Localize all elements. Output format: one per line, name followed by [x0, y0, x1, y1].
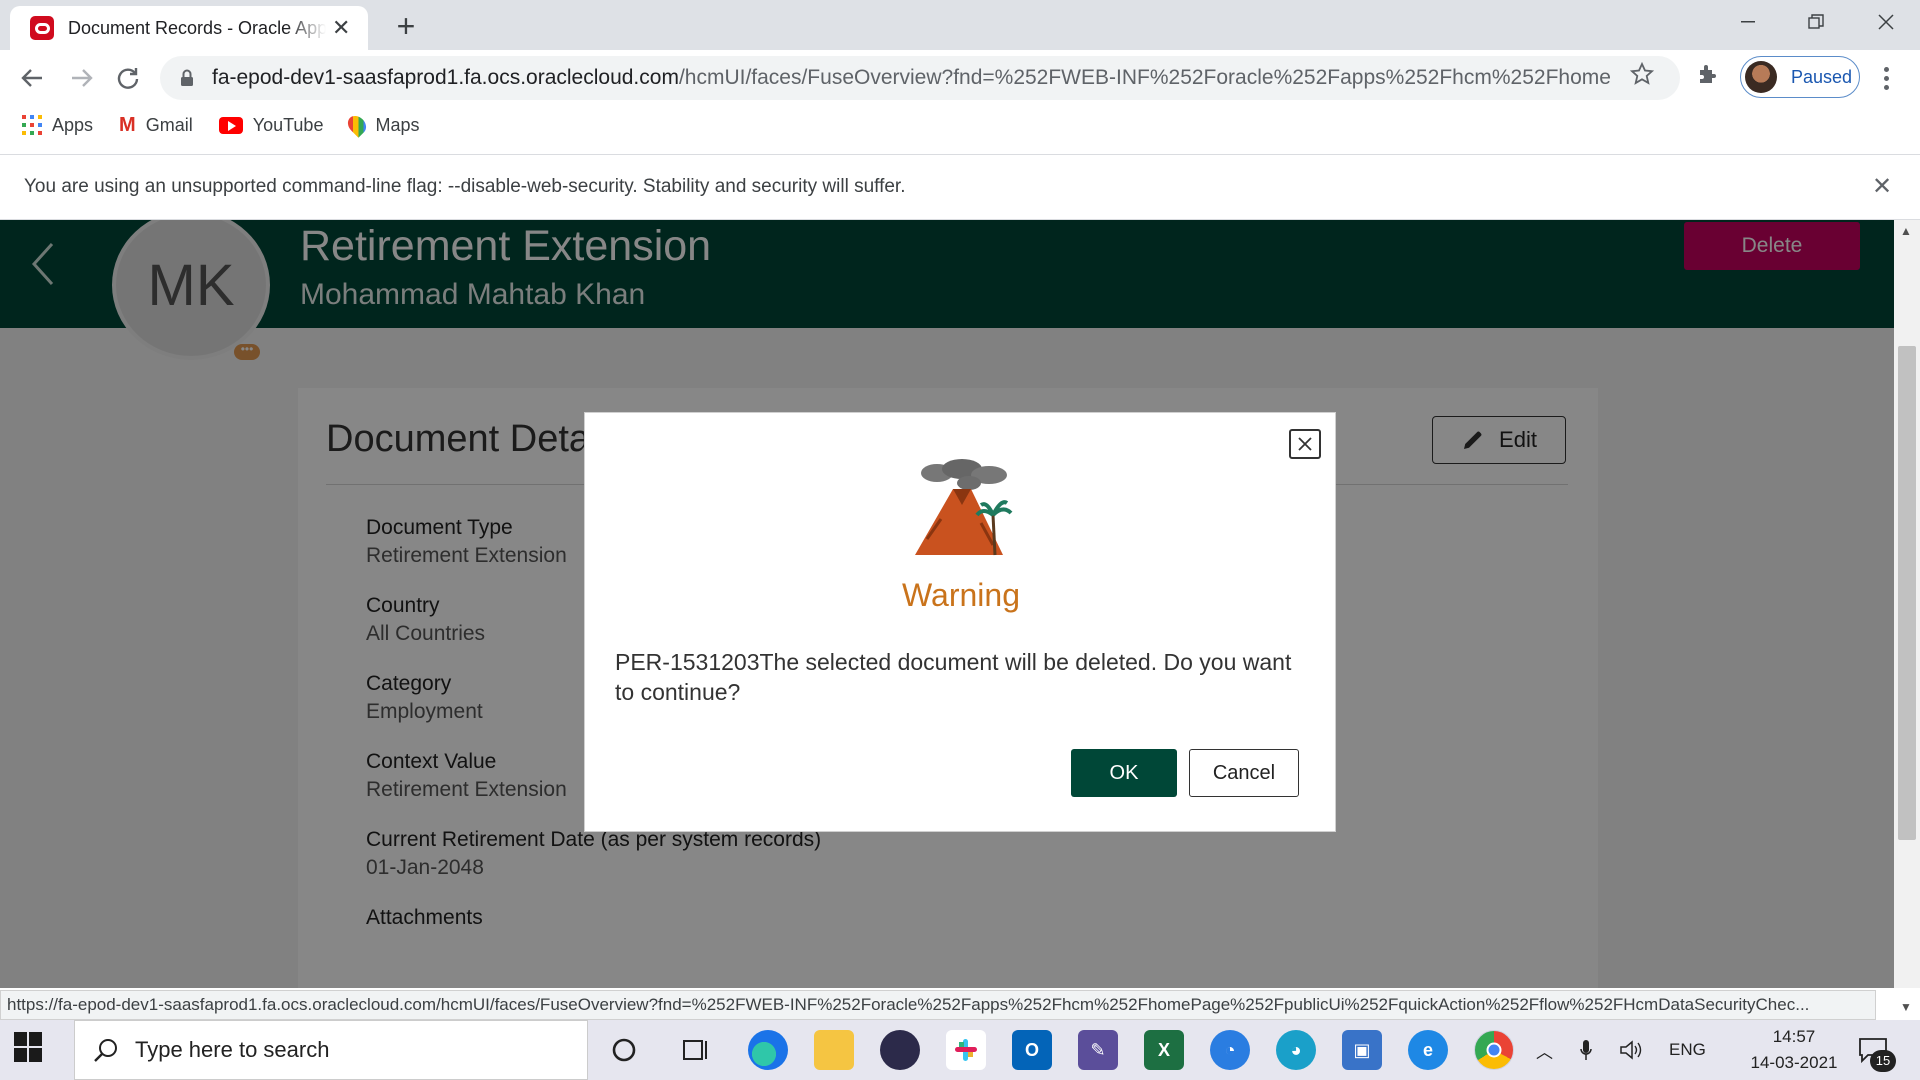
eclipse-icon[interactable] — [880, 1030, 920, 1070]
bookmark-maps[interactable]: Maps — [344, 112, 420, 138]
system-tray: ︿ ENG — [1536, 1020, 1706, 1080]
url-domain: fa-epod-dev1-saasfaprod1.fa.ocs.oraclecl… — [212, 66, 679, 89]
cortana-icon[interactable] — [604, 1030, 644, 1070]
task-view-icon[interactable] — [676, 1030, 716, 1070]
warning-dialog: Warning PER-1531203The selected document… — [584, 412, 1336, 832]
search-placeholder: Type here to search — [135, 1037, 330, 1062]
tray-chevron-up-icon[interactable]: ︿ — [1536, 1038, 1553, 1063]
infobar-close-icon[interactable]: ✕ — [1872, 172, 1892, 201]
internet-explorer-icon[interactable]: e — [1408, 1030, 1448, 1070]
gmail-icon: M — [119, 113, 136, 136]
scrollbar-thumb[interactable] — [1898, 346, 1916, 840]
forward-button[interactable] — [60, 58, 104, 98]
language-indicator[interactable]: ENG — [1669, 1040, 1706, 1060]
scroll-up-arrow-icon[interactable]: ▲ — [1900, 224, 1912, 238]
dialog-title: Warning — [902, 577, 1020, 613]
outlook-icon[interactable]: O — [1012, 1030, 1052, 1070]
close-icon — [1298, 437, 1312, 451]
chat-app-icon[interactable]: ◔ — [1210, 1030, 1250, 1070]
profile-status-label: Paused — [1791, 66, 1853, 87]
excel-icon[interactable]: X — [1144, 1030, 1184, 1070]
url-text: fa-epod-dev1-saasfaprod1.fa.ocs.oraclecl… — [212, 66, 1612, 90]
scroll-down-arrow-icon[interactable]: ▼ — [1900, 1000, 1912, 1014]
infobar-message: You are using an unsupported command-lin… — [24, 176, 906, 197]
bookmark-label: Maps — [375, 114, 420, 135]
minimize-icon — [1741, 21, 1755, 23]
close-window-icon — [1878, 14, 1894, 30]
minimize-button[interactable] — [1714, 0, 1782, 44]
youtube-icon — [218, 116, 243, 134]
bookmark-youtube[interactable]: YouTube — [218, 114, 324, 136]
puzzle-icon — [1700, 65, 1716, 83]
restore-icon — [1808, 14, 1824, 29]
arrow-right-icon — [72, 69, 93, 87]
edge-icon[interactable] — [748, 1030, 788, 1070]
url-path: /hcmUI/faces/FuseOverview?fnd=%252FWEB-I… — [678, 66, 1612, 89]
lock-icon — [181, 69, 193, 86]
bookmark-apps[interactable]: Apps — [22, 115, 93, 136]
speaker-icon[interactable] — [1619, 1040, 1643, 1060]
bookmark-label: Gmail — [145, 114, 193, 135]
clock-time: 14:57 — [1772, 1027, 1816, 1046]
address-bar[interactable]: fa-epod-dev1-saasfaprod1.fa.ocs.oraclecl… — [160, 56, 1680, 100]
reload-button[interactable] — [106, 58, 150, 98]
extensions-button[interactable] — [1696, 62, 1720, 91]
star-icon — [1629, 61, 1655, 85]
profile-avatar — [1745, 61, 1777, 93]
ok-button[interactable]: OK — [1071, 749, 1177, 797]
browser-tab[interactable]: Document Records - Oracle Applications ✕ — [10, 6, 368, 50]
apps-grid-icon — [22, 115, 42, 135]
taskbar-clock[interactable]: 14:57 14-03-2021 — [1746, 1024, 1842, 1076]
profile-button[interactable]: Paused — [1740, 56, 1860, 98]
bookmark-gmail[interactable]: M Gmail — [119, 114, 193, 137]
oracle-favicon-icon — [30, 16, 54, 40]
new-tab-button[interactable]: + — [388, 8, 424, 44]
bookmark-star-button[interactable] — [1629, 61, 1655, 91]
reload-icon — [117, 68, 139, 89]
search-icon — [94, 1039, 117, 1062]
slack-icon[interactable] — [946, 1030, 986, 1070]
dialog-close-button[interactable] — [1289, 429, 1321, 459]
browser-menu-button[interactable] — [1872, 58, 1900, 98]
dialog-message: PER-1531203The selected document will be… — [615, 649, 1292, 705]
microphone-icon[interactable] — [1579, 1039, 1593, 1061]
restore-button[interactable] — [1782, 0, 1850, 44]
start-button[interactable] — [14, 1032, 44, 1062]
remote-desktop-icon[interactable]: ▣ — [1342, 1030, 1382, 1070]
back-button[interactable] — [10, 58, 54, 98]
link-status-bubble: https://fa-epod-dev1-saasfaprod1.fa.ocs.… — [0, 990, 1876, 1020]
clock-date: 14-03-2021 — [1750, 1053, 1838, 1072]
taskbar-search-box[interactable]: Type here to search — [74, 1020, 588, 1080]
maps-icon — [344, 112, 371, 138]
cancel-button[interactable]: Cancel — [1189, 749, 1299, 797]
tab-title: Document Records - Oracle Applications — [68, 17, 326, 38]
chrome-icon[interactable] — [1474, 1030, 1514, 1070]
bookmarks-bar: Apps M Gmail YouTube Maps — [22, 112, 419, 138]
bookmark-label: Apps — [52, 114, 94, 135]
notification-count-badge: 15 — [1870, 1050, 1896, 1072]
close-window-button[interactable] — [1852, 0, 1920, 44]
tab-close-icon[interactable]: ✕ — [332, 15, 350, 41]
volcano-warning-icon — [915, 459, 1013, 556]
globe-app-icon[interactable]: ◕ — [1276, 1030, 1316, 1070]
pen-app-icon[interactable]: ✎ — [1078, 1030, 1118, 1070]
bookmark-label: YouTube — [252, 114, 324, 135]
arrow-left-icon — [21, 69, 42, 87]
file-explorer-icon[interactable] — [814, 1030, 854, 1070]
